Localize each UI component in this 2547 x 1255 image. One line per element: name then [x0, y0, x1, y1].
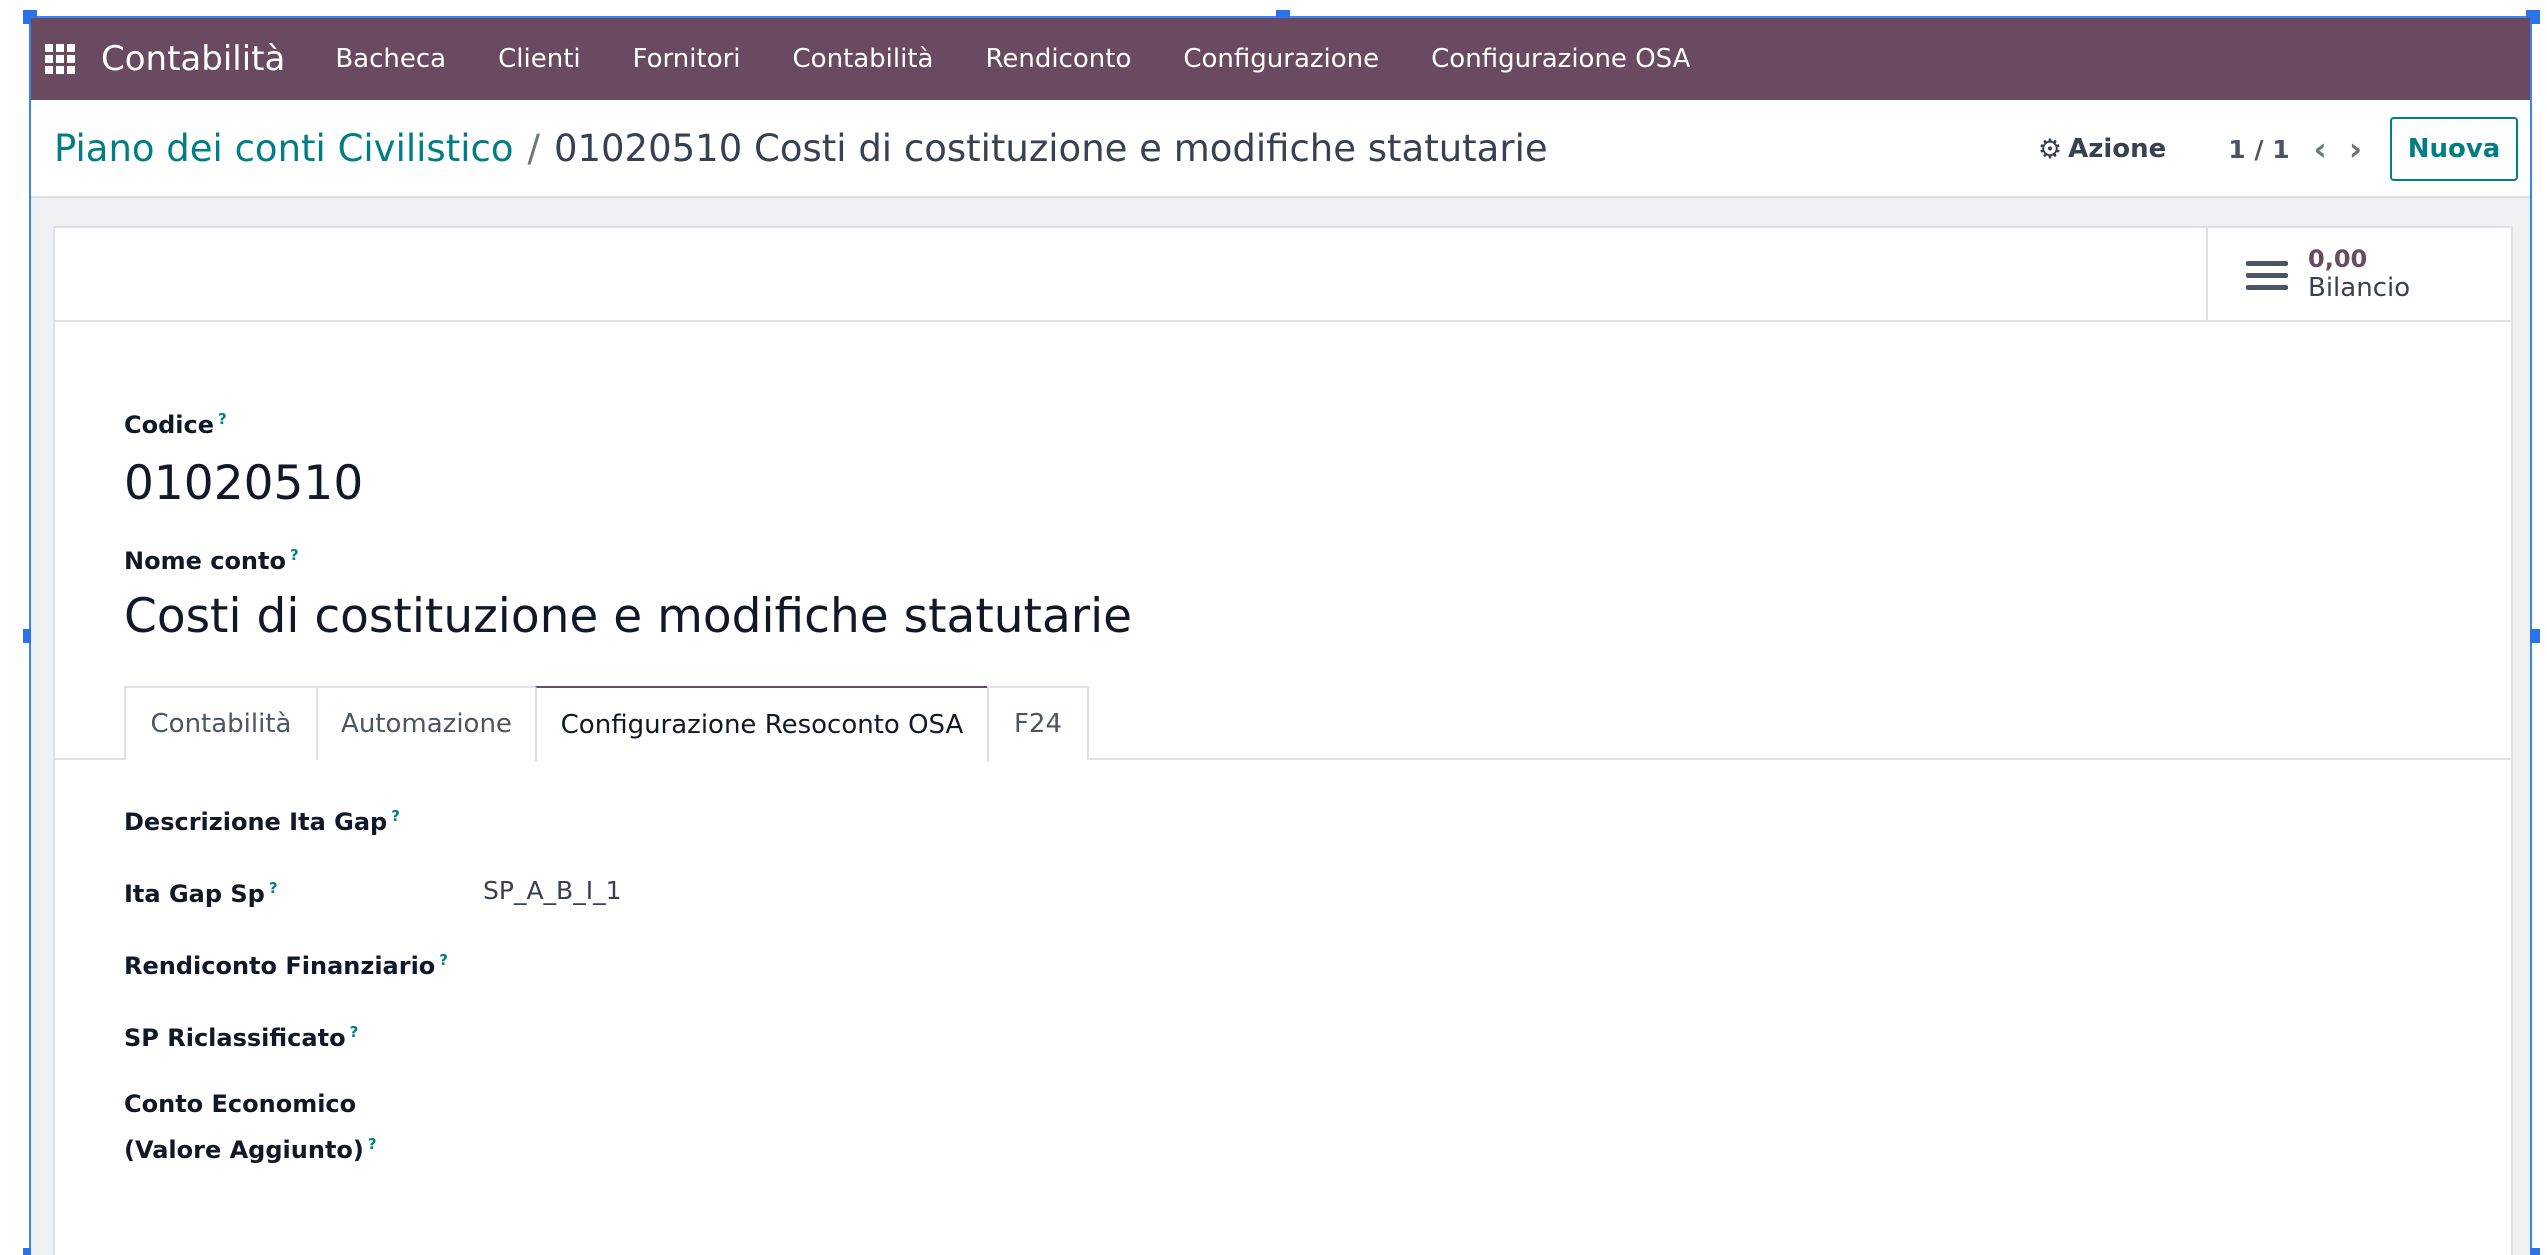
form-sheet: 0,00 Bilancio Codice? 01020510 Nome cont…	[53, 226, 2513, 1255]
code-label: Codice?	[124, 410, 227, 439]
code-value[interactable]: 01020510	[124, 456, 363, 511]
app-window: Contabilità Bacheca Clienti Fornitori Co…	[31, 18, 2530, 1255]
button-box: 0,00 Bilancio	[55, 228, 2511, 322]
stat-info: 0,00 Bilancio	[2308, 246, 2410, 303]
menu-clienti[interactable]: Clienti	[498, 44, 581, 74]
help-icon[interactable]: ?	[218, 410, 227, 428]
stat-label: Bilancio	[2308, 272, 2411, 303]
stat-value: 0,00	[2308, 245, 2368, 274]
bars-icon	[2246, 254, 2288, 297]
top-navbar: Contabilità Bacheca Clienti Fornitori Co…	[31, 18, 2530, 100]
conto-economico-label: Conto Economico (Valore Aggiunto)?	[124, 1090, 377, 1164]
menu-bacheca[interactable]: Bacheca	[335, 44, 446, 74]
breadcrumb-current: 01020510 Costi di costituzione e modific…	[553, 126, 1548, 170]
action-menu-button[interactable]: ⚙ Azione	[2038, 134, 2166, 165]
control-actions: ⚙ Azione 1 / 1 ‹ › Nuova	[2038, 100, 2518, 198]
new-record-button[interactable]: Nuova	[2390, 117, 2518, 181]
help-icon[interactable]: ?	[269, 879, 278, 897]
chevron-left-icon[interactable]: ‹	[2314, 130, 2327, 168]
tab-f24[interactable]: F24	[987, 686, 1089, 760]
help-icon[interactable]: ?	[391, 807, 400, 825]
menu-fornitori[interactable]: Fornitori	[633, 44, 741, 74]
action-label: Azione	[2068, 134, 2167, 164]
tab-configurazione-resoconto-osa[interactable]: Configurazione Resoconto OSA	[535, 686, 989, 762]
breadcrumb-separator: /	[527, 126, 540, 170]
descrizione-ita-gap-label: Descrizione Ita Gap?	[124, 807, 400, 836]
help-icon[interactable]: ?	[290, 546, 299, 564]
tab-automazione[interactable]: Automazione	[316, 686, 537, 760]
pager-value[interactable]: 1 / 1	[2228, 135, 2289, 164]
account-name-value[interactable]: Costi di costituzione e modifiche statut…	[124, 589, 1132, 644]
bilancio-stat-button[interactable]: 0,00 Bilancio	[2206, 228, 2511, 322]
tab-contabilita[interactable]: Contabilità	[124, 686, 318, 760]
sp-riclassificato-label: SP Riclassificato?	[124, 1023, 359, 1052]
app-brand[interactable]: Contabilità	[101, 39, 285, 79]
help-icon[interactable]: ?	[439, 951, 448, 969]
gear-icon: ⚙	[2037, 133, 2063, 165]
ita-gap-sp-value[interactable]: SP_A_B_I_1	[483, 876, 621, 905]
rendiconto-finanziario-label: Rendiconto Finanziario?	[124, 951, 448, 980]
breadcrumb-parent-link[interactable]: Piano dei conti Civilistico	[54, 127, 513, 170]
notebook-tabs: Contabilità Automazione Configurazione R…	[55, 686, 2511, 762]
control-panel: Piano dei conti Civilistico / 01020510 C…	[31, 100, 2530, 198]
ita-gap-sp-label: Ita Gap Sp?	[124, 879, 278, 908]
menu-configurazione-osa[interactable]: Configurazione OSA	[1431, 44, 1690, 74]
chevron-right-icon[interactable]: ›	[2349, 130, 2362, 168]
menu-contabilita[interactable]: Contabilità	[793, 44, 934, 74]
menu-rendiconto[interactable]: Rendiconto	[985, 44, 1131, 74]
help-icon[interactable]: ?	[350, 1023, 359, 1041]
breadcrumb: Piano dei conti Civilistico / 01020510 C…	[54, 127, 1548, 170]
help-icon[interactable]: ?	[368, 1135, 377, 1153]
menu-configurazione[interactable]: Configurazione	[1183, 44, 1379, 74]
apps-grid-icon[interactable]	[45, 44, 75, 74]
account-name-label: Nome conto?	[124, 546, 299, 575]
